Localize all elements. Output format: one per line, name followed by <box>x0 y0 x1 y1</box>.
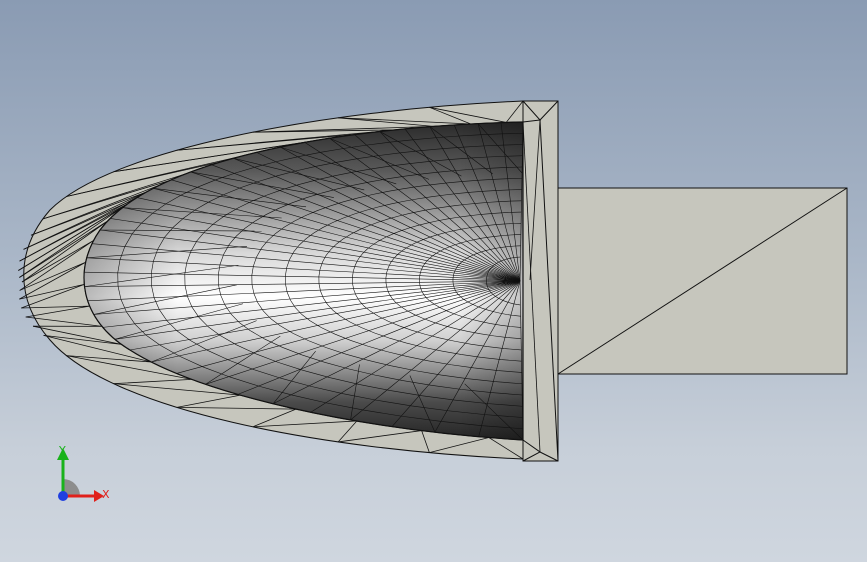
shaft-body <box>557 187 848 375</box>
y-axis-label: Y <box>58 444 66 457</box>
model-view[interactable] <box>0 0 867 562</box>
orientation-triad[interactable]: Y X <box>40 436 130 512</box>
reflector-cavity <box>84 122 524 440</box>
x-axis-label: X <box>102 488 110 501</box>
graphics-viewport[interactable]: Y X <box>0 0 867 562</box>
z-axis-dot <box>58 491 68 501</box>
